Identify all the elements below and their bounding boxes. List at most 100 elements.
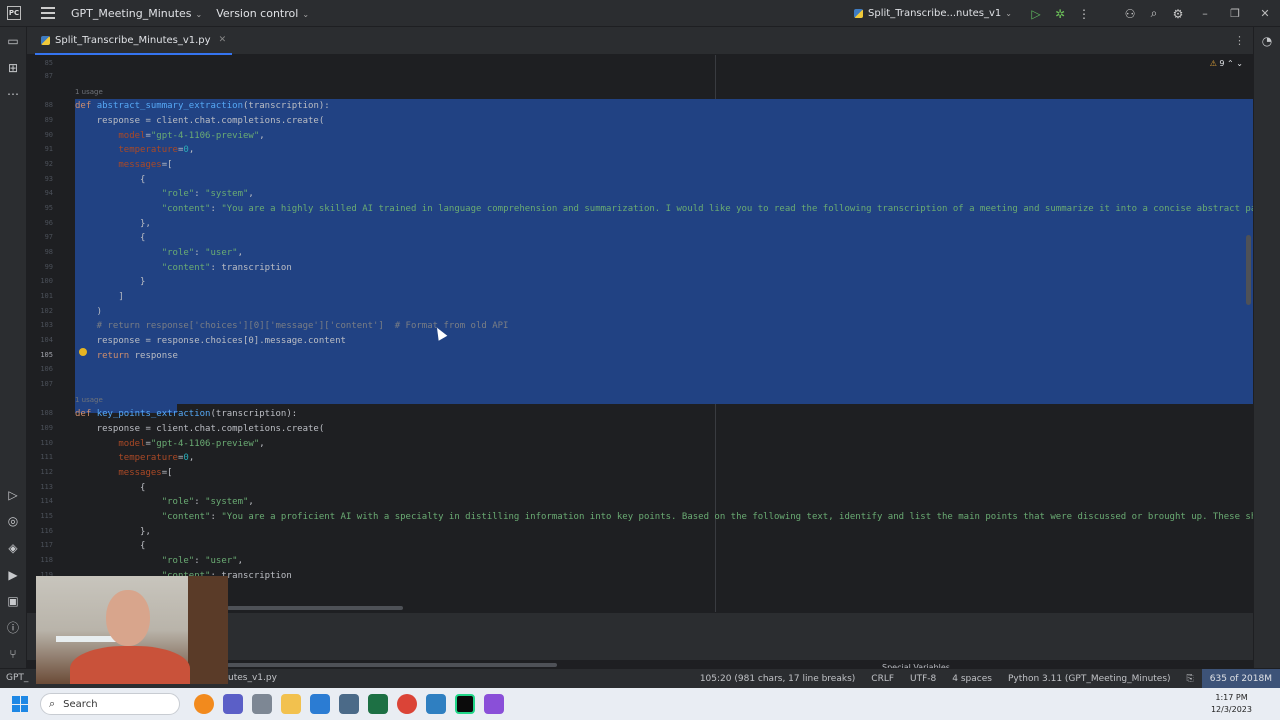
breadcrumb-file[interactable]: utes_v1.py [228, 673, 277, 683]
notepad-app-icon[interactable] [310, 694, 330, 714]
minimize-window-icon[interactable]: – [1190, 7, 1220, 20]
indent-setting[interactable]: 4 spaces [944, 674, 1000, 684]
system-clock[interactable]: 1:17 PM 12/3/2023 [1211, 692, 1252, 716]
title-bar: PC GPT_Meeting_Minutes ⌄ Version control ⌄… [0, 0, 1280, 27]
code-line: { [75, 233, 146, 243]
code-editor[interactable]: ⚠ 9 ⌃ ⌄ 85 87 88 89 90 91 92 93 94 95 96 97 98 99 100 1… [27, 55, 1253, 612]
code-line: { [75, 483, 146, 493]
file-encoding[interactable]: UTF-8 [902, 674, 944, 684]
excel-app-icon[interactable] [368, 694, 388, 714]
panel-horizontal-scrollbar[interactable] [227, 663, 557, 667]
code-token: "gpt-4-1106-preview" [150, 131, 260, 141]
vertical-scrollbar[interactable] [1246, 235, 1251, 305]
structure-icon[interactable]: ⊞ [5, 60, 21, 76]
settings-app-icon[interactable] [252, 694, 272, 714]
line-number: 101 [40, 292, 53, 300]
close-window-icon[interactable]: ✕ [1250, 7, 1280, 20]
line-number: 100 [40, 277, 53, 285]
tab-options-icon[interactable]: ⋮ [1234, 34, 1245, 47]
windows-taskbar: ⌕ Search 1:17 PM 12/3/2023 [0, 688, 1280, 720]
calculator-app-icon[interactable] [339, 694, 359, 714]
version-control-label: Version control [216, 6, 299, 20]
run-icon[interactable]: ▷ [1024, 7, 1048, 21]
firefox-app-icon[interactable] [194, 694, 214, 714]
git-icon[interactable]: ⑂ [5, 646, 21, 662]
code-line: model="gpt-4-1106-preview", [118, 439, 265, 449]
close-tab-icon[interactable]: ✕ [219, 35, 227, 45]
read-only-lock-icon[interactable]: ⎘ [1179, 674, 1202, 684]
code-token: key_points_extraction [96, 409, 211, 419]
warning-icon: ⚠ [1209, 59, 1217, 68]
code-line: messages=[ [118, 468, 173, 478]
chrome-app-icon[interactable] [397, 694, 417, 714]
code-line: def key_points_extraction(transcription)… [75, 407, 297, 421]
caret-position[interactable]: 105:20 (981 chars, 17 line breaks) [692, 674, 863, 684]
line-number: 118 [40, 556, 53, 564]
usage-hint[interactable]: 1 usage [75, 396, 103, 404]
code-line: } [75, 277, 146, 287]
add-user-icon[interactable]: ⚇ [1118, 7, 1142, 21]
python-console-icon[interactable]: ◎ [5, 513, 21, 529]
more-tools-icon[interactable]: ⋯ [5, 86, 21, 102]
code-line: response = client.chat.completions.creat… [75, 424, 325, 434]
taskbar-search-input[interactable]: ⌕ Search [40, 693, 180, 715]
code-token: response [134, 351, 178, 361]
run-configuration-selector[interactable]: Split_Transcribe...nutes_v1 ⌄ [854, 8, 1012, 19]
version-control-menu[interactable]: Version control ⌄ [216, 7, 309, 20]
line-number: 103 [40, 321, 53, 329]
inspection-widget[interactable]: ⚠ 9 ⌃ ⌄ [1210, 59, 1243, 68]
code-token: def [75, 409, 92, 419]
intention-bulb-icon[interactable] [79, 348, 87, 356]
terminal-icon[interactable]: ▣ [5, 593, 21, 609]
run-tool-icon[interactable]: ▷ [5, 487, 21, 503]
search-icon[interactable]: ⌕ [1142, 6, 1166, 21]
layers-icon[interactable]: ◈ [5, 540, 21, 556]
editor-tab[interactable]: Split_Transcribe_Minutes_v1.py ✕ [35, 27, 233, 55]
windows-start-icon[interactable] [12, 696, 28, 712]
line-ending[interactable]: CRLF [863, 674, 902, 684]
code-token: temperature [118, 145, 178, 155]
horizontal-scrollbar[interactable] [227, 606, 403, 610]
clipchamp-app-icon[interactable] [484, 694, 504, 714]
code-token: "content" [161, 512, 211, 522]
file-explorer-icon[interactable] [281, 694, 301, 714]
more-actions-icon[interactable]: ⋮ [1072, 7, 1096, 21]
line-number: 102 [40, 307, 53, 315]
memory-indicator[interactable]: 635 of 2018M [1201, 669, 1280, 689]
code-token: (transcription): [210, 409, 298, 419]
line-number: 95 [44, 204, 53, 212]
project-folder-icon[interactable]: ▭ [5, 33, 21, 49]
code-line: "role": "user", [161, 556, 243, 566]
line-number: 93 [44, 175, 53, 183]
code-line: return response [75, 349, 178, 363]
settings-gear-icon[interactable]: ⚙ [1166, 7, 1190, 21]
chevron-down-icon[interactable]: ⌄ [1236, 59, 1243, 68]
debug-icon[interactable]: ✲ [1048, 7, 1072, 21]
pycharm-app-icon[interactable] [455, 694, 475, 714]
line-number: 114 [40, 497, 53, 505]
services-icon[interactable]: ▶ [5, 567, 21, 583]
usage-hint[interactable]: 1 usage [75, 88, 103, 96]
code-token: 0 [183, 453, 189, 463]
python-interpreter[interactable]: Python 3.11 (GPT_Meeting_Minutes) [1000, 674, 1179, 684]
presenter-head [106, 590, 150, 646]
line-number: 117 [40, 541, 53, 549]
code-token: "gpt-4-1106-preview" [150, 439, 260, 449]
code-line: response = response.choices[0].message.c… [75, 336, 346, 346]
main-menu-icon[interactable] [41, 7, 55, 19]
code-token: messages [118, 468, 162, 478]
code-token: return [96, 351, 130, 361]
layers-app-icon[interactable] [426, 694, 446, 714]
code-line: "role": "user", [161, 248, 243, 258]
breadcrumb-project[interactable]: GPT_ [6, 673, 28, 683]
chevron-up-icon[interactable]: ⌃ [1227, 59, 1234, 68]
code-line: "content": transcription [161, 263, 292, 273]
notifications-icon[interactable]: ◔ [1259, 33, 1275, 49]
restore-window-icon[interactable]: ❐ [1220, 7, 1250, 20]
code-token: "role" [161, 497, 195, 507]
text-selection [75, 99, 1253, 404]
code-line: ) [75, 307, 103, 317]
project-selector[interactable]: GPT_Meeting_Minutes ⌄ [71, 7, 202, 20]
problems-icon[interactable]: ⓘ [5, 620, 21, 636]
teams-app-icon[interactable] [223, 694, 243, 714]
